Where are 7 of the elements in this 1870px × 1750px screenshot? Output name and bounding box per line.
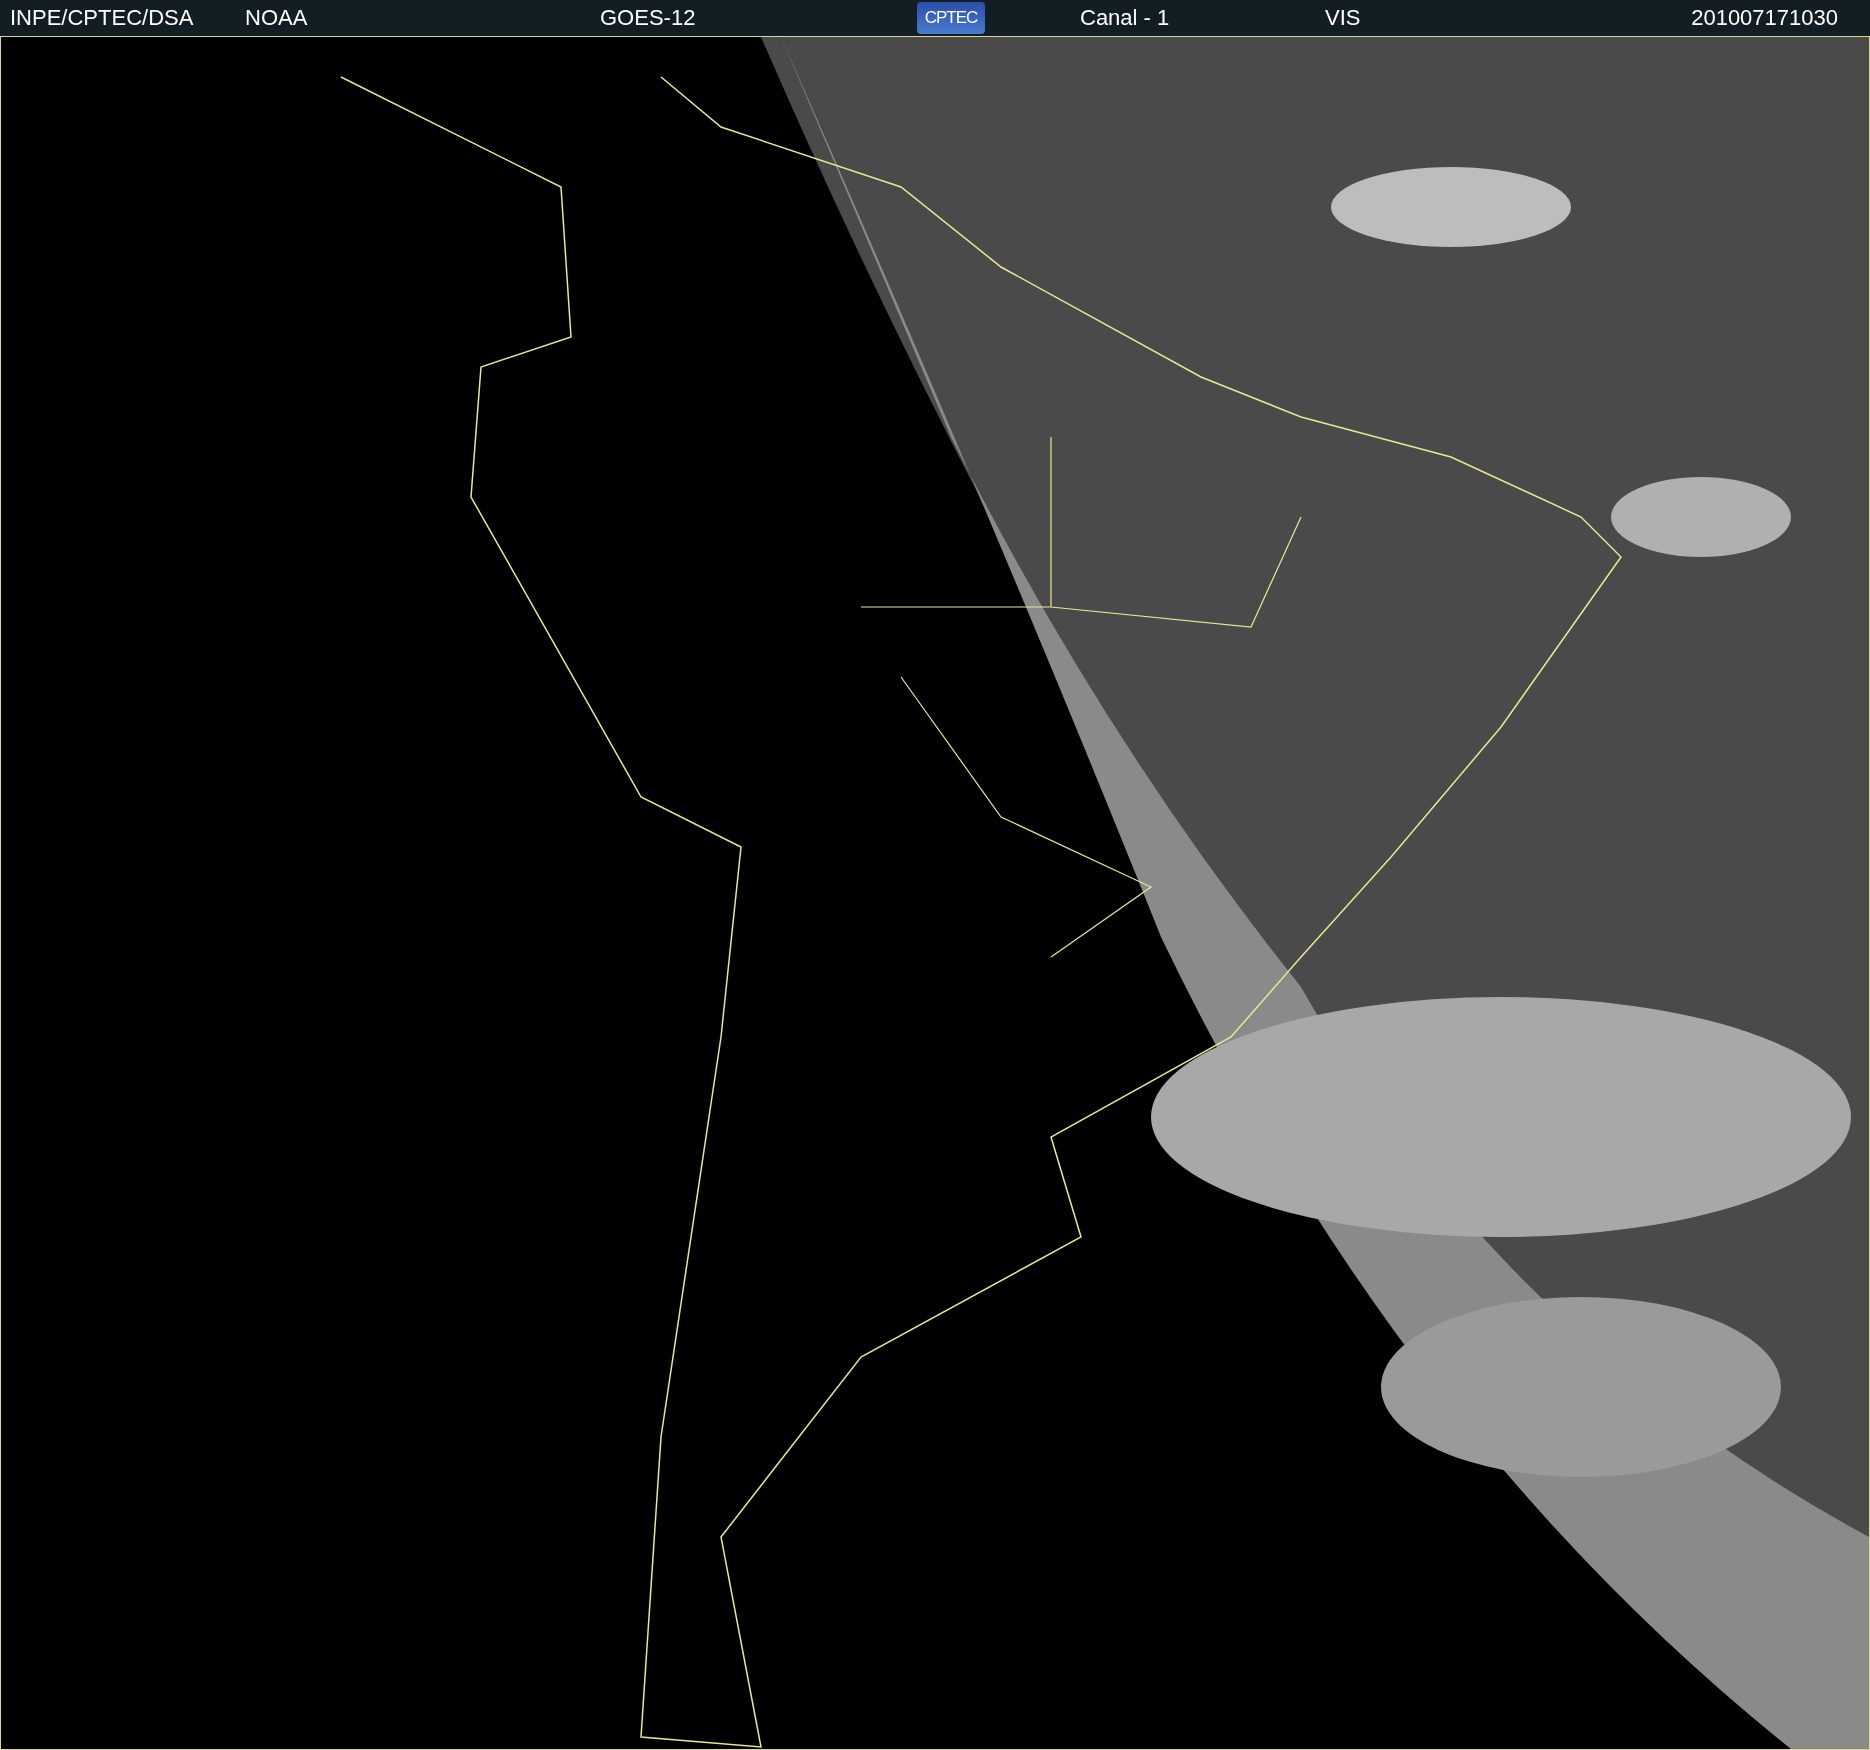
band-label: VIS bbox=[1325, 5, 1362, 31]
satellite-label: GOES-12 bbox=[600, 5, 697, 31]
logo: CPTEC bbox=[917, 2, 985, 34]
agency-label: NOAA bbox=[245, 5, 309, 31]
source-label: INPE/CPTEC/DSA bbox=[10, 5, 195, 31]
channel-label: Canal - 1 bbox=[1080, 5, 1171, 31]
timestamp-label: 201007171030 bbox=[1691, 5, 1838, 31]
